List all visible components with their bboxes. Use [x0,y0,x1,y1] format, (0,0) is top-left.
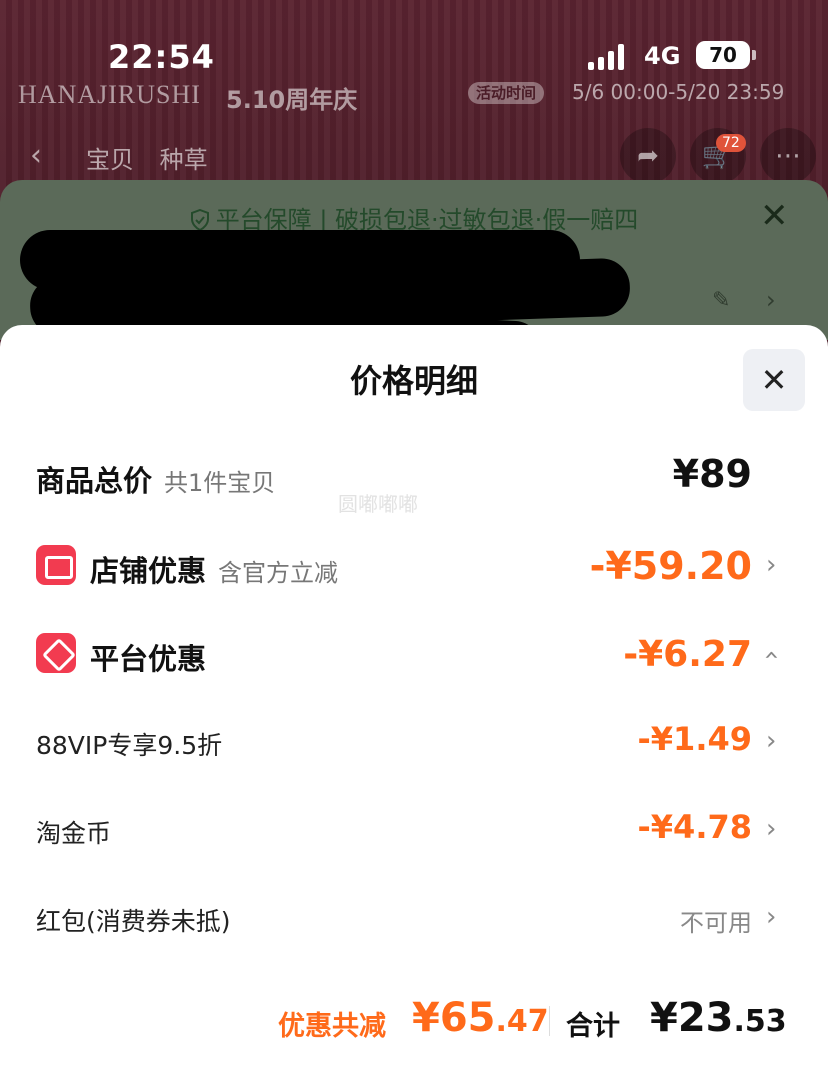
signal-icon [588,44,632,70]
chevron-right-icon[interactable]: › [766,726,776,756]
network-type: 4G [644,42,681,70]
vip-discount-amount[interactable]: -¥1.49 [638,720,753,758]
taojinbi-label: 淘金币 [36,819,112,848]
total-goods-sub: 共1件宝贝 [164,469,276,497]
brand-logo: HANAJIRUSHI [18,80,201,109]
cart-count-badge: 72 [716,134,746,152]
store-discount-label[interactable]: 店铺优惠 含官方立减 [90,548,338,590]
chevron-up-icon[interactable]: › [756,650,786,660]
vip-discount-label: 88VIP专享9.5折 [36,731,223,760]
tab-zhongcao[interactable]: 种草 [160,146,208,174]
tab-baobei[interactable]: 宝贝 [86,146,134,174]
redpacket-label: 红包(消费券未抵) [36,907,231,936]
battery-icon: 70 [696,41,750,69]
redpacket-status[interactable]: 不可用 [680,903,752,938]
status-time: 22:54 [108,38,215,76]
edit-icon[interactable]: ✎ [712,288,730,313]
save-label: 优惠共减 [278,1011,386,1042]
store-discount-title: 店铺优惠 [90,554,207,588]
activity-time: 5/6 00:00-5/20 23:59 [572,80,785,104]
brand-event: 5.10周年庆 [226,86,358,114]
total-label: 合计 [566,1011,620,1042]
save-amount-int: ¥65 [412,995,496,1041]
shield-icon [190,209,209,231]
share-icon[interactable]: ➦ [620,128,676,184]
nav-tabs: 宝贝 种草 [86,140,226,175]
platform-discount-label[interactable]: 平台优惠 [90,636,206,678]
back-icon[interactable]: ‹ [30,138,42,173]
activity-tag: 活动时间 [468,82,545,104]
close-button[interactable]: ✕ [743,349,805,411]
close-icon[interactable]: ✕ [760,196,789,236]
battery-tip [752,50,756,60]
watermark: 圆嘟嘟嘟 [338,492,418,516]
store-discount-amount[interactable]: -¥59.20 [590,544,752,588]
chevron-right-icon[interactable]: › [766,814,776,844]
store-discount-sub: 含官方立减 [218,559,339,587]
total-amount: ¥23.53 [650,995,787,1041]
save-amount: ¥65.47 [412,995,549,1041]
tag-icon [36,633,76,673]
price-detail-sheet [0,325,828,1067]
chevron-right-icon[interactable]: › [766,286,776,314]
more-icon[interactable]: ⋯ [760,128,816,184]
sheet-title: 价格明细 [349,362,478,400]
store-icon [36,545,76,585]
chevron-right-icon[interactable]: › [766,550,776,580]
total-goods-title: 商品总价 [36,464,153,498]
total-goods-amount: ¥89 [672,452,752,496]
total-amount-int: ¥23 [650,995,734,1041]
platform-discount-amount[interactable]: -¥6.27 [623,634,752,675]
save-amount-dec: .47 [495,1004,549,1039]
total-goods-label: 商品总价 共1件宝贝 [36,458,275,500]
total-amount-dec: .53 [733,1004,787,1039]
taojinbi-amount[interactable]: -¥4.78 [638,808,753,846]
chevron-right-icon[interactable]: › [766,902,776,932]
summary-divider [549,1006,550,1036]
